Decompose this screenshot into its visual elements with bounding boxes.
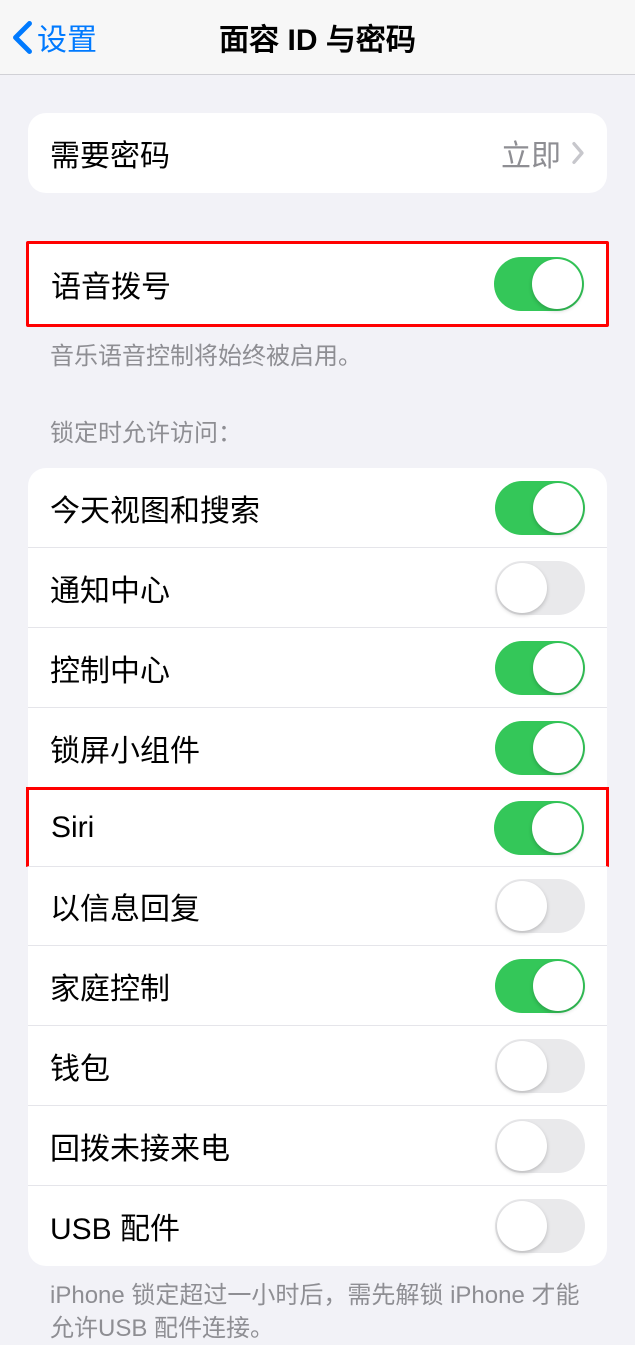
lock-widgets-label: 锁屏小组件 [50, 726, 200, 770]
wallet-row: 钱包 [28, 1026, 607, 1106]
lock-widgets-row: 锁屏小组件 [28, 708, 607, 788]
toggle-knob [533, 961, 583, 1011]
today-view-toggle[interactable] [495, 481, 585, 535]
notification-center-label: 通知中心 [50, 566, 170, 610]
back-label: 设置 [37, 15, 97, 59]
control-center-toggle[interactable] [495, 641, 585, 695]
usb-accessories-label: USB 配件 [50, 1204, 180, 1248]
require-passcode-value: 立即 [501, 131, 585, 175]
toggle-knob [497, 1201, 547, 1251]
page-title: 面容 ID 与密码 [219, 15, 416, 59]
return-calls-toggle[interactable] [495, 1119, 585, 1173]
siri-label: Siri [51, 811, 94, 845]
require-passcode-row[interactable]: 需要密码 立即 [28, 113, 607, 193]
home-control-label: 家庭控制 [50, 964, 170, 1008]
siri-row: Siri [26, 787, 609, 867]
reply-messages-row: 以信息回复 [28, 866, 607, 946]
notification-center-toggle[interactable] [495, 561, 585, 615]
require-passcode-value-text: 立即 [501, 131, 561, 175]
reply-messages-toggle[interactable] [495, 879, 585, 933]
reply-messages-label: 以信息回复 [50, 884, 200, 928]
wallet-toggle[interactable] [495, 1039, 585, 1093]
return-calls-label: 回拨未接来电 [50, 1124, 230, 1168]
voice-dial-toggle[interactable] [494, 257, 584, 311]
voice-dial-footer: 音乐语音控制将始终被启用。 [28, 327, 607, 373]
toggle-knob [532, 259, 582, 309]
chevron-right-icon [571, 141, 585, 165]
voice-dial-group: 语音拨号 [26, 241, 609, 327]
lock-access-group: 今天视图和搜索 通知中心 控制中心 锁屏小组件 Siri 以信息回复 家庭控制 [28, 468, 607, 1266]
toggle-knob [497, 1121, 547, 1171]
siri-toggle[interactable] [494, 801, 584, 855]
toggle-knob [533, 643, 583, 693]
chevron-left-icon [12, 20, 33, 55]
require-passcode-label: 需要密码 [50, 131, 170, 175]
usb-accessories-row: USB 配件 [28, 1186, 607, 1266]
notification-center-row: 通知中心 [28, 548, 607, 628]
lock-widgets-toggle[interactable] [495, 721, 585, 775]
toggle-knob [532, 803, 582, 853]
today-view-row: 今天视图和搜索 [28, 468, 607, 548]
home-control-row: 家庭控制 [28, 946, 607, 1026]
toggle-knob [497, 881, 547, 931]
control-center-label: 控制中心 [50, 646, 170, 690]
toggle-knob [497, 1041, 547, 1091]
wallet-label: 钱包 [50, 1044, 110, 1088]
voice-dial-row: 语音拨号 [29, 244, 606, 324]
lock-access-footer: iPhone 锁定超过一小时后，需先解锁 iPhone 才能允许USB 配件连接… [28, 1266, 607, 1345]
return-calls-row: 回拨未接来电 [28, 1106, 607, 1186]
voice-dial-label: 语音拨号 [51, 262, 171, 306]
home-control-toggle[interactable] [495, 959, 585, 1013]
toggle-knob [533, 723, 583, 773]
lock-access-header: 锁定时允许访问： [28, 373, 607, 458]
toggle-knob [533, 483, 583, 533]
passcode-group: 需要密码 立即 [28, 113, 607, 193]
usb-accessories-toggle[interactable] [495, 1199, 585, 1253]
control-center-row: 控制中心 [28, 628, 607, 708]
back-button[interactable]: 设置 [0, 15, 97, 59]
navigation-header: 设置 面容 ID 与密码 [0, 0, 635, 75]
toggle-knob [497, 563, 547, 613]
today-view-label: 今天视图和搜索 [50, 486, 260, 530]
